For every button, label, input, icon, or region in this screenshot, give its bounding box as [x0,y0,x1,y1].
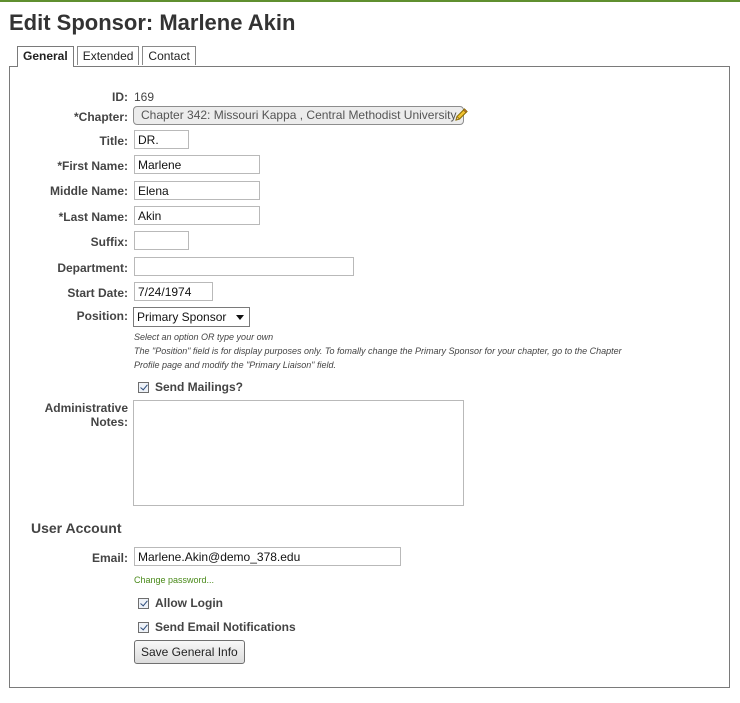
id-value: 169 [134,90,155,104]
position-select-value: Primary Sponsor [137,310,227,324]
change-password-link[interactable]: Change password... [134,575,214,585]
chapter-label: *Chapter: [73,110,128,124]
administrative-notes-field[interactable] [133,400,464,506]
tab-general[interactable]: General [17,46,74,67]
start-date-field[interactable] [134,282,213,301]
send-notifications-label: Send Email Notifications [155,620,296,634]
start-date-label: Start Date: [67,286,128,300]
page-title: Edit Sponsor: Marlene Akin [9,10,296,35]
middle-name-label: Middle Name: [49,184,128,198]
first-name-field[interactable] [134,155,260,174]
title-label: Title: [99,134,128,148]
position-hint: Select an option OR type your own [134,332,274,342]
middle-name-field[interactable] [134,181,260,200]
user-account-heading: User Account [31,520,122,536]
allow-login-row: Allow Login [138,596,223,610]
tab-bar: General Extended Contact [17,46,196,67]
position-select[interactable]: Primary Sponsor [133,307,250,327]
send-mailings-label: Send Mailings? [155,380,244,394]
send-notifications-checkbox[interactable] [138,621,149,633]
position-note-line-2: Profile page and modify the "Primary Lia… [134,360,336,370]
send-mailings-checkbox[interactable] [138,381,149,393]
department-field[interactable] [134,257,354,276]
pencil-icon[interactable] [453,107,469,123]
title-field[interactable] [134,130,189,149]
save-general-info-button[interactable]: Save General Info [134,640,245,664]
suffix-field[interactable] [134,231,189,250]
send-mailings-row: Send Mailings? [138,380,243,394]
general-panel: ID: 169 *Chapter: Chapter 342: Missouri … [9,66,730,688]
tab-contact[interactable]: Contact [142,46,196,65]
notes-label-line-1: Administrative [44,401,128,415]
allow-login-checkbox[interactable] [138,597,149,609]
id-label: ID: [112,90,128,104]
department-label: Department: [57,261,128,275]
suffix-label: Suffix: [90,235,128,249]
last-name-field[interactable] [134,206,260,225]
position-note-line-1: The "Position" field is for display purp… [134,346,622,356]
email-label: Email: [91,551,128,565]
position-label: Position: [76,309,128,323]
chevron-down-icon [236,315,244,320]
first-name-label: *First Name: [57,159,128,173]
email-field[interactable] [134,547,401,566]
notes-label-line-2: Notes: [90,415,128,429]
top-accent-rule [0,0,740,2]
allow-login-label: Allow Login [155,596,223,610]
chapter-field[interactable]: Chapter 342: Missouri Kappa , Central Me… [133,106,465,125]
tab-extended[interactable]: Extended [76,46,140,65]
send-notifications-row: Send Email Notifications [138,620,296,634]
last-name-label: *Last Name: [58,210,128,224]
